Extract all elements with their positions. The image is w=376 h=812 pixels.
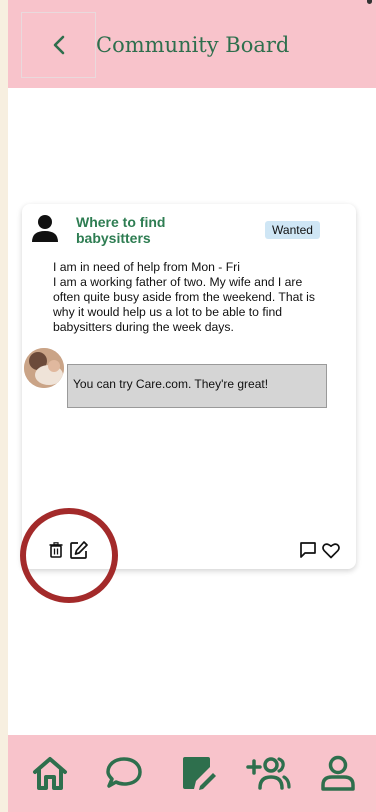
app-screen: Community Board Where to find babysitter… (0, 0, 376, 812)
profile-icon[interactable] (314, 749, 362, 797)
post-body-line: why it would help us a lot to be able to… (53, 305, 282, 319)
comment-icon[interactable] (298, 540, 318, 560)
add-friends-icon[interactable] (244, 749, 292, 797)
header-bar: Community Board (8, 0, 376, 88)
reply-comment: You can try Care.com. They're great! (67, 364, 327, 408)
post-title: Where to find babysitters (76, 214, 166, 246)
heart-icon[interactable] (321, 540, 341, 560)
chat-icon[interactable] (100, 749, 148, 797)
post-note-icon[interactable] (174, 749, 222, 797)
commenter-avatar (24, 348, 64, 388)
post-body-line: babysitters during the week days. (53, 320, 234, 334)
post-tag-badge: Wanted (265, 221, 320, 239)
post-body-line: I am in need of help from Mon - Fri (53, 260, 240, 274)
highlight-circle-annotation (20, 508, 118, 603)
post-body-line: I am a working father of two. My wife an… (53, 275, 303, 289)
page-title: Community Board (96, 33, 290, 57)
bottom-navigation (8, 735, 376, 812)
user-silhouette-icon (32, 215, 58, 242)
home-icon[interactable] (26, 749, 74, 797)
commenter-photo (24, 348, 64, 388)
post-body: I am in need of help from Mon - Fri I am… (53, 260, 343, 335)
post-body-line: often quite busy aside from the weekend.… (53, 290, 315, 304)
back-button[interactable] (21, 12, 96, 78)
author-avatar (30, 212, 60, 244)
chevron-left-icon (53, 35, 64, 55)
